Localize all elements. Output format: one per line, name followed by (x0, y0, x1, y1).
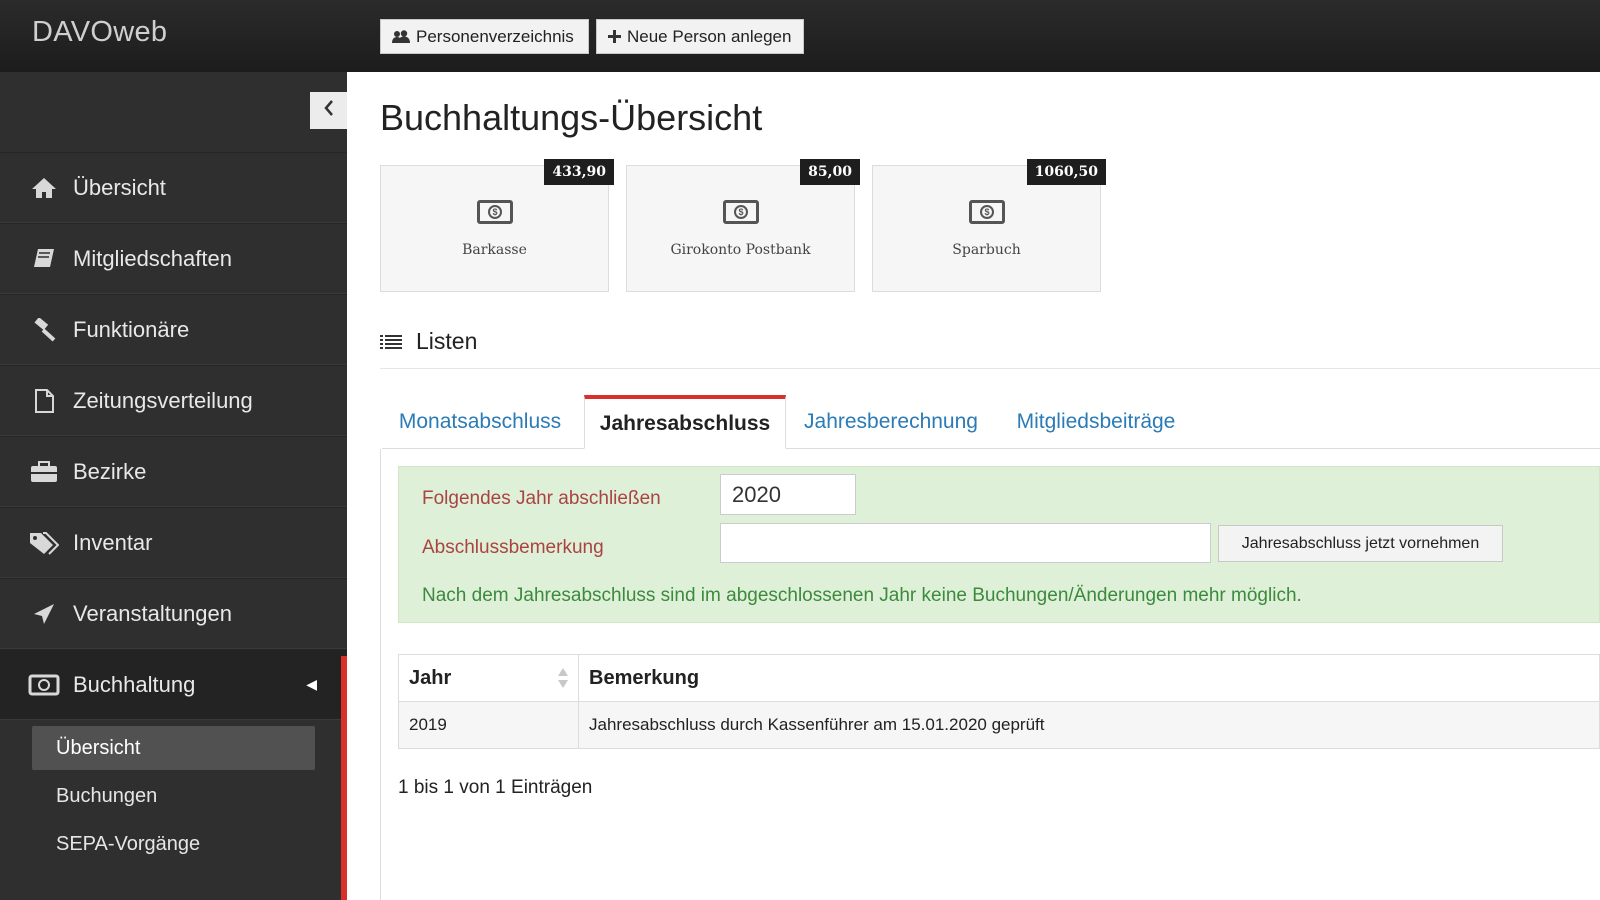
sidebar-item-memberships[interactable]: Mitgliedschaften (0, 223, 347, 294)
home-icon (27, 177, 61, 199)
table-info: 1 bis 1 von 1 Einträgen (398, 777, 593, 798)
closing-note-input[interactable] (720, 523, 1211, 563)
new-person-label: Neue Person anlegen (627, 26, 792, 46)
page-title: Buchhaltungs-Übersicht (380, 97, 763, 138)
subnav-item-bookings[interactable]: Buchungen (32, 774, 315, 818)
column-header-label: Jahr (409, 666, 452, 689)
year-field-label: Folgendes Jahr abschließen (422, 488, 661, 509)
sidebar: Übersicht Mitgliedschaften Funktionäre Z… (0, 72, 347, 900)
account-tile-girokonto[interactable]: 85,00 $ Girokonto Postbank (626, 159, 860, 292)
money-icon (27, 674, 61, 696)
account-name: Sparbuch (952, 242, 1021, 258)
plus-icon (608, 30, 621, 43)
book-icon (27, 247, 61, 271)
gavel-icon (27, 317, 61, 342)
sidebar-item-label: Bezirke (73, 458, 147, 484)
sidebar-item-label: Inventar (73, 529, 153, 555)
account-balance-badge: 433,90 (544, 159, 614, 185)
note-field-label: Abschlussbemerkung (422, 537, 604, 558)
column-header-remark[interactable]: Bemerkung (579, 655, 1599, 701)
sidebar-item-inventory[interactable]: Inventar (0, 507, 347, 578)
new-person-button[interactable]: Neue Person anlegen (596, 19, 804, 54)
tab-annual-closing[interactable]: Jahresabschluss (584, 395, 786, 449)
account-tile-sparbuch[interactable]: 1060,50 $ Sparbuch (872, 159, 1106, 292)
sidebar-item-label: Übersicht (73, 174, 166, 200)
lists-heading-label: Listen (416, 328, 478, 354)
sidebar-item-label: Mitgliedschaften (73, 245, 232, 271)
money-icon: $ (969, 200, 1005, 224)
column-header-year[interactable]: Jahr (399, 655, 579, 701)
perform-annual-closing-button[interactable]: Jahresabschluss jetzt vornehmen (1218, 525, 1503, 562)
caret-left-icon: ◀ (306, 676, 317, 692)
account-tile-barkasse[interactable]: 433,90 $ Barkasse (380, 159, 614, 292)
sort-icon (558, 668, 568, 690)
sidebar-item-label: Veranstaltungen (73, 600, 233, 626)
money-icon: $ (477, 200, 513, 224)
top-navbar: DAVOweb Personenverzeichnis Neue Person … (0, 0, 1600, 72)
table-row: 2019 Jahresabschluss durch Kassenführer … (398, 702, 1600, 749)
cell-remark: Jahresabschluss durch Kassenführer am 15… (589, 715, 1045, 734)
year-input[interactable] (720, 474, 856, 515)
cell-year: 2019 (399, 702, 579, 748)
account-balance-badge: 1060,50 (1026, 159, 1106, 185)
sidebar-item-officials[interactable]: Funktionäre (0, 294, 347, 365)
person-directory-label: Personenverzeichnis (416, 26, 574, 46)
column-header-label: Bemerkung (589, 666, 700, 689)
lists-heading: Listen (380, 328, 477, 355)
users-icon (392, 29, 410, 44)
sidebar-item-newspaper-distribution[interactable]: Zeitungsverteilung (0, 365, 347, 436)
plane-icon (27, 602, 61, 626)
tab-content-border (380, 449, 381, 900)
active-section-indicator (341, 656, 347, 900)
person-directory-button[interactable]: Personenverzeichnis (380, 19, 589, 54)
tab-annual-calculation[interactable]: Jahresberechnung (800, 395, 982, 449)
sidebar-item-events[interactable]: Veranstaltungen (0, 578, 347, 649)
sidebar-collapse-button[interactable] (310, 92, 347, 129)
subnav-item-sepa[interactable]: SEPA-Vorgänge (32, 822, 315, 866)
tags-icon (27, 531, 61, 555)
chevron-left-icon (323, 99, 334, 122)
closing-hint-text: Nach dem Jahresabschluss sind im abgesch… (422, 585, 1302, 606)
account-name: Barkasse (462, 242, 527, 258)
briefcase-icon (27, 460, 61, 483)
list-icon (380, 334, 402, 350)
sidebar-item-label: Buchhaltung (73, 671, 196, 697)
section-divider (380, 368, 1600, 369)
account-name: Girokonto Postbank (670, 242, 811, 258)
money-icon: $ (723, 200, 759, 224)
account-balance-badge: 85,00 (800, 159, 860, 185)
tab-monthly-closing[interactable]: Monatsabschluss (390, 395, 570, 449)
table-header: Jahr Bemerkung (398, 654, 1600, 702)
sidebar-item-overview[interactable]: Übersicht (0, 152, 347, 223)
app-brand[interactable]: DAVOweb (32, 16, 167, 49)
tab-membership-fees[interactable]: Mitgliedsbeiträge (1006, 395, 1186, 449)
sidebar-item-districts[interactable]: Bezirke (0, 436, 347, 507)
subnav-item-overview[interactable]: Übersicht (32, 726, 315, 770)
file-icon (27, 388, 61, 413)
sidebar-item-label: Zeitungsverteilung (73, 387, 253, 413)
sidebar-item-accounting[interactable]: Buchhaltung ◀ (0, 649, 347, 720)
sidebar-item-label: Funktionäre (73, 316, 190, 342)
